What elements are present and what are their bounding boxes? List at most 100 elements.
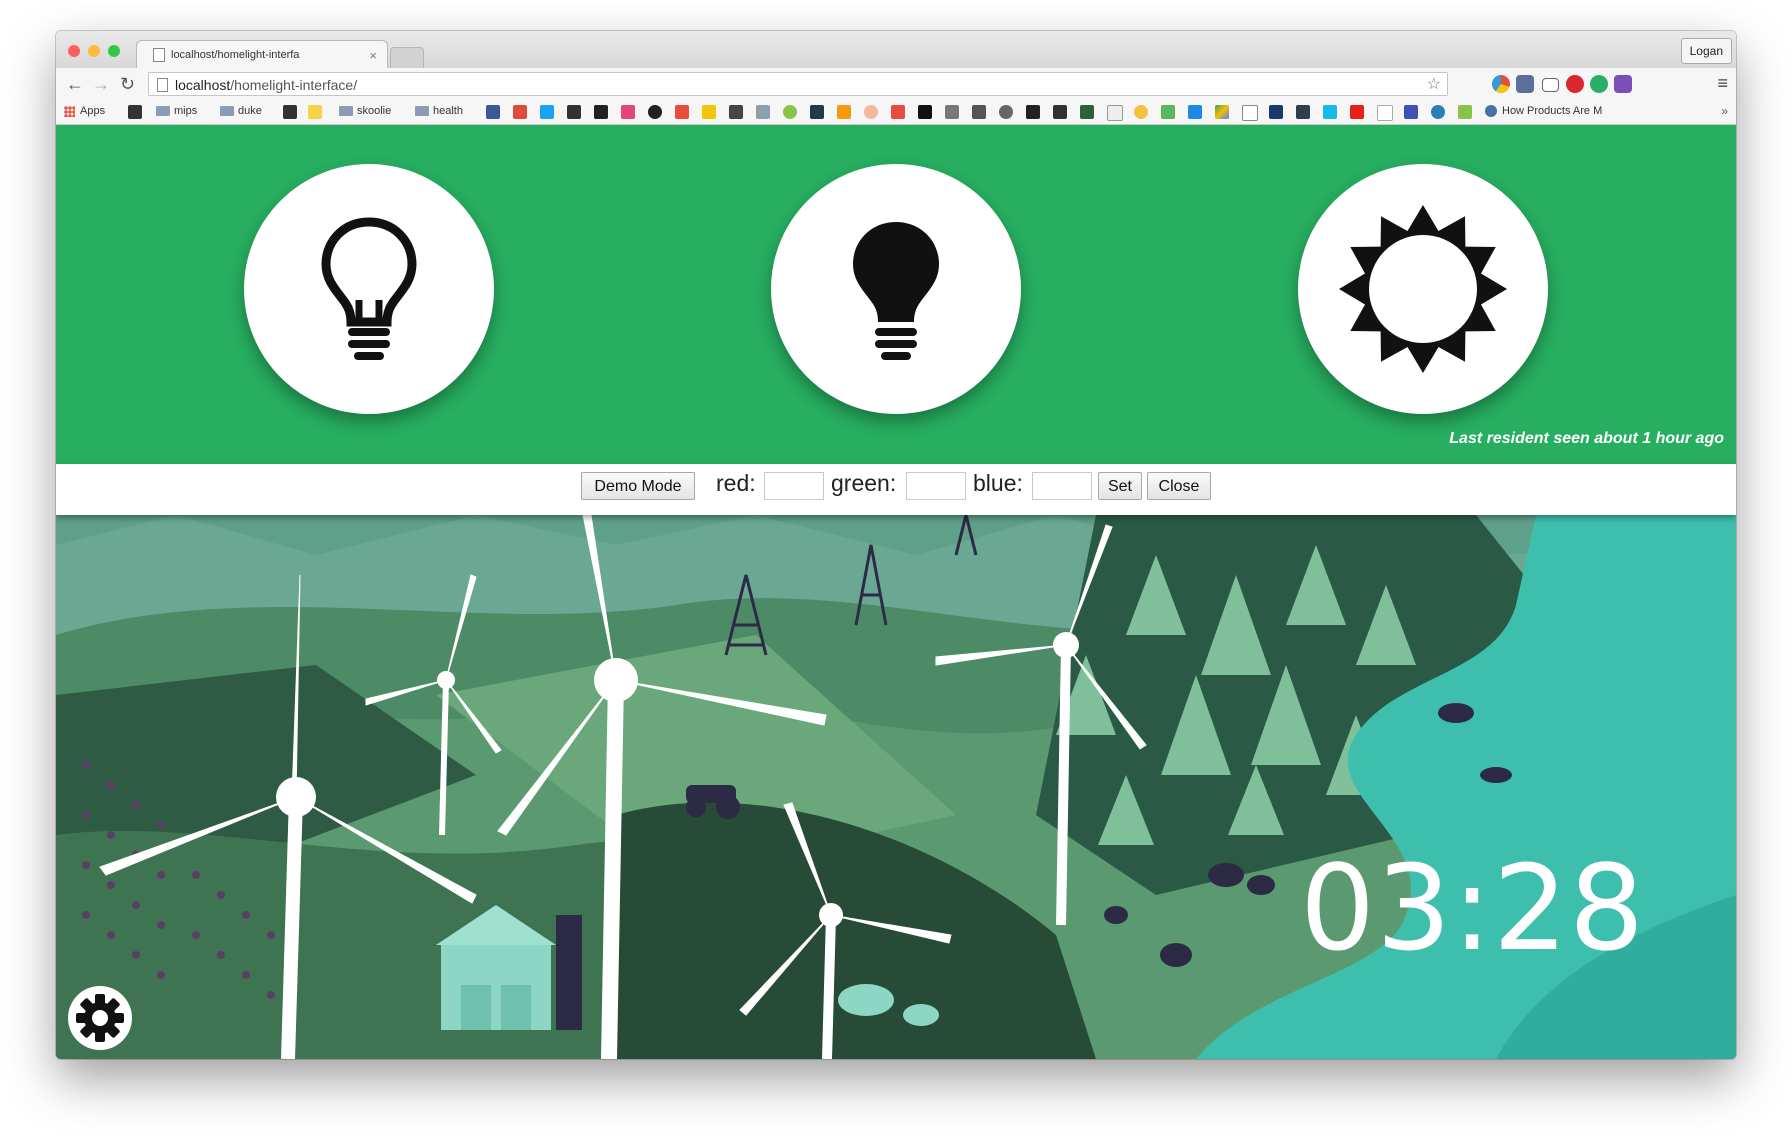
cast-icon[interactable]	[1542, 78, 1559, 92]
blue-label: blue:	[973, 470, 1023, 496]
bookmark-icon[interactable]	[675, 105, 689, 119]
bookmark-icon[interactable]	[756, 105, 770, 119]
facebook-icon[interactable]	[486, 105, 500, 119]
bookmark-icon[interactable]	[1161, 105, 1175, 119]
demo-controls-bar: Demo Mode red: green: blue: Set Close	[56, 464, 1736, 515]
bookmark-icon[interactable]	[594, 105, 608, 119]
bookmark-icon[interactable]	[540, 105, 554, 119]
wikipedia-icon[interactable]	[1242, 105, 1258, 121]
more-bookmarks-icon[interactable]: »	[1721, 104, 1728, 118]
blue-input[interactable]	[1032, 472, 1092, 500]
extension-b-icon[interactable]	[1614, 75, 1632, 93]
bookmark-icon[interactable]	[1026, 105, 1040, 119]
bookmark-icon[interactable]	[128, 105, 142, 119]
zoom-window-button[interactable]	[108, 45, 120, 57]
bookmark-folder-skoolie[interactable]: skoolie	[339, 105, 391, 117]
light-controls-panel: Last resident seen about 1 hour ago	[56, 125, 1736, 464]
bookmark-icon[interactable]	[621, 105, 635, 119]
youtube-icon[interactable]	[1350, 105, 1364, 119]
extension-calendar-icon[interactable]	[1516, 75, 1534, 93]
bookmark-icon[interactable]	[864, 105, 878, 119]
apps-grid-icon	[64, 105, 75, 117]
bookmark-icon[interactable]	[283, 105, 297, 119]
vimeo-icon[interactable]	[1323, 105, 1337, 119]
page-icon	[157, 78, 168, 92]
address-bar[interactable]: localhost/homelight-interface/ ☆	[148, 72, 1448, 96]
github-icon[interactable]	[648, 105, 662, 119]
close-button[interactable]: Close	[1147, 472, 1211, 500]
bookmark-star-icon[interactable]: ☆	[1427, 73, 1441, 97]
extension-chart-icon[interactable]	[1492, 75, 1510, 93]
bookmark-icon[interactable]	[972, 105, 986, 119]
bookmark-icon[interactable]	[783, 105, 797, 119]
extension-stop-icon[interactable]	[1566, 75, 1584, 93]
google-plus-icon[interactable]	[513, 105, 527, 119]
clock-display: 03:28	[1300, 839, 1646, 977]
new-tab-button[interactable]	[390, 47, 424, 68]
lights-on-button[interactable]	[771, 164, 1021, 414]
green-input[interactable]	[906, 472, 966, 500]
bookmark-how-products[interactable]: How Products Are M	[1485, 105, 1602, 117]
amazon-icon[interactable]	[1107, 105, 1123, 121]
forward-icon[interactable]: →	[92, 72, 110, 96]
bookmark-apps[interactable]: Apps	[64, 105, 105, 117]
bookmark-label: skoolie	[357, 105, 392, 117]
bookmark-icon[interactable]	[891, 105, 905, 119]
bookmark-icon[interactable]	[729, 105, 743, 119]
tab-close-icon[interactable]: ×	[369, 48, 377, 63]
demo-mode-button[interactable]: Demo Mode	[581, 472, 695, 500]
tab-bar: localhost/homelight-interfa × Logan	[56, 31, 1736, 69]
sun-icon	[1339, 205, 1507, 373]
minimize-window-button[interactable]	[88, 45, 100, 57]
bookmark-folder-mips[interactable]: mips	[156, 105, 197, 117]
url-host: localhost	[175, 77, 231, 93]
bookmark-icon[interactable]	[567, 105, 581, 119]
bookmark-icon[interactable]	[1053, 105, 1067, 119]
set-button[interactable]: Set	[1098, 472, 1142, 500]
last-seen-status: Last resident seen about 1 hour ago	[1449, 430, 1724, 447]
red-input[interactable]	[764, 472, 824, 500]
bookmark-icon[interactable]	[1269, 105, 1283, 119]
bookmark-label: mips	[174, 105, 198, 117]
lights-off-button[interactable]	[244, 164, 494, 414]
gear-icon	[76, 994, 124, 1042]
folder-icon	[220, 106, 234, 116]
bookmarks-bar: Apps mips duke skoolie health How Produc…	[56, 100, 1736, 125]
bookmark-icon[interactable]	[702, 105, 716, 119]
tab-homelight[interactable]: localhost/homelight-interfa ×	[136, 40, 388, 69]
bookmark-icon[interactable]	[1431, 105, 1445, 119]
bookmark-folder-health[interactable]: health	[415, 105, 463, 117]
bookmark-icon[interactable]	[918, 105, 932, 119]
bookmark-icon[interactable]	[810, 105, 824, 119]
red-label: red:	[716, 470, 756, 496]
bookmark-icon[interactable]	[1458, 105, 1472, 119]
dropbox-icon[interactable]	[1188, 105, 1202, 119]
reload-icon[interactable]: ↻	[120, 72, 135, 96]
extension-d-icon[interactable]	[1590, 75, 1608, 93]
bookmark-label: duke	[238, 105, 262, 117]
bookmark-icon[interactable]	[1134, 105, 1148, 119]
tab-title: localhost/homelight-interfa	[171, 49, 300, 61]
back-icon[interactable]: ←	[66, 72, 84, 96]
ycombinator-icon[interactable]	[837, 105, 851, 119]
menu-icon[interactable]: ≡	[1717, 73, 1728, 94]
profile-button[interactable]: Logan	[1680, 38, 1732, 64]
bookmark-icon[interactable]	[308, 105, 322, 119]
settings-button[interactable]	[68, 986, 132, 1050]
bookmark-icon[interactable]	[1404, 105, 1418, 119]
folder-icon	[415, 106, 429, 116]
bookmark-icon[interactable]	[1080, 105, 1094, 119]
daylight-button[interactable]	[1298, 164, 1548, 414]
close-window-button[interactable]	[68, 45, 80, 57]
bookmark-icon[interactable]	[1377, 105, 1393, 121]
green-label: green:	[831, 470, 897, 496]
globe-icon	[1485, 105, 1497, 117]
browser-window: localhost/homelight-interfa × Logan ← → …	[56, 31, 1736, 1059]
reddit-icon[interactable]	[999, 105, 1013, 119]
bookmark-folder-duke[interactable]: duke	[220, 105, 262, 117]
drive-icon[interactable]	[1215, 105, 1229, 119]
bookmark-icon[interactable]	[945, 105, 959, 119]
folder-icon	[156, 106, 170, 116]
lightbulb-filled-icon	[853, 222, 939, 360]
bookmark-icon[interactable]	[1296, 105, 1310, 119]
